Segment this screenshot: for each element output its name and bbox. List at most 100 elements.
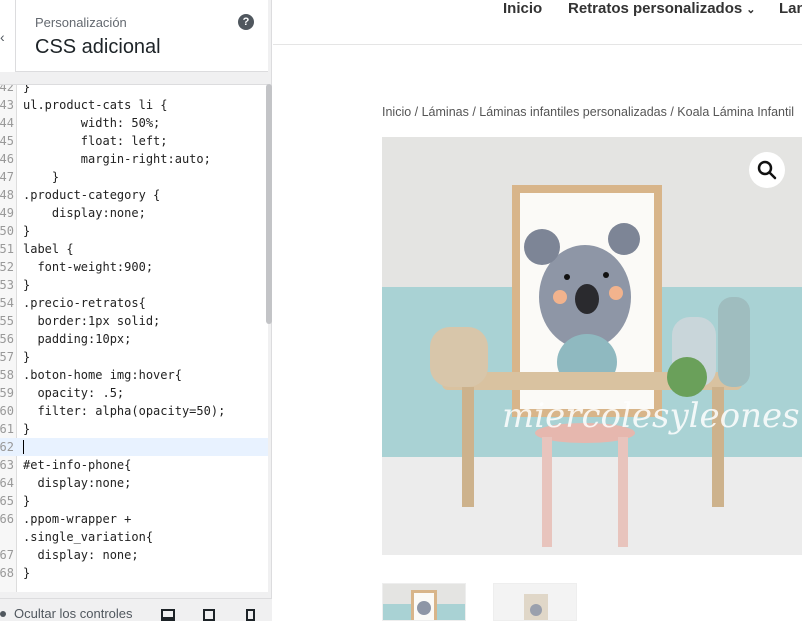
- line-number: 48: [0, 188, 14, 202]
- code-text: }: [23, 84, 31, 94]
- line-number: 46: [0, 152, 14, 166]
- code-line[interactable]: 64 display:none;: [0, 474, 268, 492]
- chevron-down-icon: ⌄: [746, 4, 756, 16]
- line-number: 45: [0, 134, 14, 148]
- code-line[interactable]: 57}: [0, 348, 268, 366]
- zoom-button[interactable]: [749, 152, 785, 188]
- code-line[interactable]: 44 width: 50%;: [0, 114, 268, 132]
- code-line[interactable]: 51 label {: [0, 240, 268, 258]
- text-cursor: [23, 440, 24, 454]
- line-number: 64: [0, 476, 14, 490]
- tablet-preview-icon[interactable]: [203, 609, 215, 621]
- line-number: 50: [0, 224, 14, 238]
- code-text: }: [23, 566, 31, 580]
- line-number: 49: [0, 206, 14, 220]
- desktop-preview-icon[interactable]: [161, 609, 175, 621]
- line-number: 56: [0, 332, 14, 346]
- code-line[interactable]: 68}: [0, 564, 268, 582]
- nav-item-inicio[interactable]: Inicio: [503, 0, 542, 17]
- code-line[interactable]: 60 filter: alpha(opacity=50);: [0, 402, 268, 420]
- code-text: opacity: .5;: [23, 386, 125, 400]
- code-text: filter: alpha(opacity=50);: [23, 404, 226, 418]
- customizer-breadcrumb: Personalización: [35, 15, 127, 30]
- code-text: padding:10px;: [23, 332, 132, 346]
- line-number: 44: [0, 116, 14, 130]
- code-line[interactable]: 52 font-weight:900;: [0, 258, 268, 276]
- code-text: label {: [23, 242, 74, 256]
- code-line[interactable]: 45 float: left;: [0, 132, 268, 150]
- hide-controls-icon: [0, 611, 6, 617]
- code-text: font-weight:900;: [23, 260, 154, 274]
- line-number: 62: [0, 440, 14, 454]
- code-text: display: none;: [23, 548, 139, 562]
- code-line[interactable]: 42}: [0, 84, 268, 96]
- code-text: }: [23, 350, 31, 364]
- code-text: }: [23, 170, 60, 184]
- line-number: 54: [0, 296, 14, 310]
- hide-controls-button[interactable]: Ocultar los controles: [14, 606, 133, 621]
- code-line[interactable]: 54 .precio-retratos{: [0, 294, 268, 312]
- line-number: 42: [0, 84, 14, 94]
- code-line[interactable]: 55 border:1px solid;: [0, 312, 268, 330]
- code-text: float: left;: [23, 134, 168, 148]
- code-text: display:none;: [23, 476, 132, 490]
- code-text: .boton-home img:hover{: [23, 368, 182, 382]
- code-text: .precio-retratos{: [23, 296, 146, 310]
- code-line[interactable]: 50}: [0, 222, 268, 240]
- code-line[interactable]: 58 .boton-home img:hover{: [0, 366, 268, 384]
- watermark-text: miercolesyleones: [502, 396, 800, 436]
- code-text: margin-right:auto;: [23, 152, 211, 166]
- code-text: display:none;: [23, 206, 146, 220]
- code-line[interactable]: 65}: [0, 492, 268, 510]
- line-number: 61: [0, 422, 14, 436]
- line-number: 67: [0, 548, 14, 562]
- line-number: 52: [0, 260, 14, 274]
- product-breadcrumb[interactable]: Inicio / Láminas / Láminas infantiles pe…: [382, 105, 794, 119]
- line-number: 63: [0, 458, 14, 472]
- code-text: ul.product-cats li {: [23, 98, 168, 112]
- code-line[interactable]: 67 display: none;: [0, 546, 268, 564]
- editor-scrollbar[interactable]: [266, 84, 272, 324]
- code-line[interactable]: 47 }: [0, 168, 268, 186]
- code-text: #et-info-phone{: [23, 458, 132, 472]
- line-number: 55: [0, 314, 14, 328]
- mobile-preview-icon[interactable]: [246, 609, 255, 621]
- chevron-left-icon: ‹: [0, 29, 5, 45]
- search-icon: [757, 160, 777, 180]
- code-line[interactable]: 46 margin-right:auto;: [0, 150, 268, 168]
- code-text: }: [23, 278, 31, 292]
- site-preview: Inicio Retratos personalizados ⌄ Lan Inic…: [273, 0, 802, 621]
- code-text: border:1px solid;: [23, 314, 161, 328]
- back-button[interactable]: ‹: [0, 0, 16, 72]
- code-text: width: 50%;: [23, 116, 161, 130]
- code-line[interactable]: 63 #et-info-phone{: [0, 456, 268, 474]
- code-line[interactable]: 59 opacity: .5;: [0, 384, 268, 402]
- line-number: 58: [0, 368, 14, 382]
- code-line[interactable]: 53}: [0, 276, 268, 294]
- panel-header: ‹ Personalización CSS adicional ?: [0, 0, 268, 72]
- code-text: }: [23, 224, 31, 238]
- code-text: .ppom-wrapper +: [23, 512, 132, 526]
- code-line[interactable]: 56 padding:10px;: [0, 330, 268, 348]
- code-line[interactable]: 49 display:none;: [0, 204, 268, 222]
- code-line[interactable]: 62: [0, 438, 268, 456]
- code-text: }: [23, 494, 31, 508]
- customizer-panel: ‹ Personalización CSS adicional ? 42} 43 u…: [0, 0, 272, 621]
- code-text: }: [23, 422, 31, 436]
- nav-item-retratos-label: Retratos personalizados: [568, 0, 743, 17]
- code-line[interactable]: 43 ul.product-cats li {: [0, 96, 268, 114]
- nav-item-lan[interactable]: Lan: [779, 0, 802, 17]
- code-line[interactable]: 66 .ppom-wrapper +: [0, 510, 268, 528]
- product-thumbnail-1[interactable]: [382, 583, 466, 621]
- code-line[interactable]: 61}: [0, 420, 268, 438]
- section-title: CSS adicional: [35, 36, 161, 58]
- code-line[interactable]: .single_variation{: [0, 528, 268, 546]
- css-code-editor[interactable]: 42} 43 ul.product-cats li {44 width: 50%; 4…: [0, 84, 268, 592]
- product-image[interactable]: miercolesyleones: [382, 137, 802, 555]
- product-thumbnail-2[interactable]: [493, 583, 577, 621]
- thumbnail-image: [383, 584, 465, 620]
- site-navigation: Inicio Retratos personalizados ⌄ Lan: [273, 0, 802, 45]
- nav-item-retratos[interactable]: Retratos personalizados ⌄: [568, 0, 755, 17]
- code-line[interactable]: 48 .product-category {: [0, 186, 268, 204]
- help-icon[interactable]: ?: [238, 14, 254, 30]
